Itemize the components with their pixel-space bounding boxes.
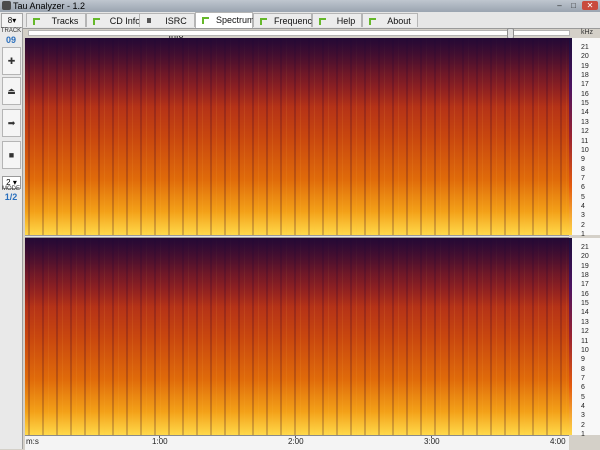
frequency-tick-label: 9 [581,156,585,164]
color-scale-bar [569,238,572,435]
frequency-tick-label: 5 [581,193,585,201]
time-label: 4:00 [550,437,566,446]
frequency-tick-label: 16 [581,290,589,298]
frequency-tick-label: 20 [581,253,589,261]
title-bar: Tau Analyzer - 1.2 – □ ✕ [0,0,600,12]
tab-help[interactable]: Help [312,13,362,27]
frequency-tick-label: 10 [581,346,589,354]
add-button[interactable]: ✚ [2,47,21,75]
frequency-tick-label: 2 [581,421,585,429]
frequency-tick-label: 12 [581,128,589,136]
drive-selector[interactable]: 8▾ [1,13,23,28]
frequency-tick-label: 21 [581,244,589,251]
tab-about[interactable]: About [362,13,418,27]
maximize-button[interactable]: □ [568,1,579,10]
frequency-tick-label: 7 [581,374,585,382]
green-corner-icon [369,18,376,25]
spectrogram-channel-2 [25,238,569,435]
frequency-tick-label: 3 [581,212,585,220]
frequency-axis-2: 21 20 19 18 17 16 15 14 13 12 11 10 9 8 7 6 5 4 3 2 1 [569,238,600,438]
frequency-tick-label: 17 [581,281,589,289]
mode-value: 1/2 [4,192,18,202]
frequency-tick-label: 20 [581,53,589,61]
frequency-axis-1: 21 20 19 18 17 16 15 14 13 12 11 10 9 8 7 6 5 4 3 2 1 [569,38,600,238]
time-label: 1:00 [152,437,168,446]
frequency-tick-label: 17 [581,81,589,89]
green-corner-icon [93,18,100,25]
tab-label: Help [336,16,356,26]
frequency-tick-label: 5 [581,393,585,401]
frequency-tick-label: 19 [581,262,589,270]
track-label: TRACK [0,28,22,34]
frequency-tick-label: 19 [581,62,589,70]
time-label: 3:00 [424,437,440,446]
frequency-tick-label: 6 [581,184,585,192]
tab-frequency[interactable]: Frequency [253,13,317,27]
frequency-tick-label: 8 [581,365,585,373]
window-title: Tau Analyzer - 1.2 [13,1,86,11]
frequency-tick-label: 9 [581,356,585,364]
frequency-tick-label: 2 [581,221,585,229]
tab-label: About [387,16,411,26]
minimize-button[interactable]: – [554,1,565,10]
eject-button[interactable]: ⏏ [2,77,21,105]
frequency-tick-label: 14 [581,309,589,317]
app-icon [2,1,11,10]
time-label: m:s [26,437,39,446]
frequency-tick-label: 12 [581,328,589,336]
frequency-tick-label: 15 [581,300,589,308]
frequency-tick-label: 13 [581,118,589,126]
tab-label: CD Info [109,16,141,26]
color-scale-bar [569,38,572,235]
barcode-icon [147,18,151,23]
next-button[interactable]: ➡ [2,109,21,137]
frequency-tick-label: 8 [581,165,585,173]
tab-label: Tracks [51,16,79,26]
tab-label: Frequency [274,16,317,26]
close-button[interactable]: ✕ [582,1,598,10]
frequency-tick-label: 18 [581,272,589,280]
frequency-tick-label: 14 [581,109,589,117]
frequency-tick-label: 6 [581,384,585,392]
frequency-tick-label: 4 [581,402,585,410]
time-axis: m:s 1:00 2:00 3:00 4:00 [25,435,569,450]
frequency-tick-label: 11 [581,137,589,145]
frequency-tick-label: 18 [581,72,589,80]
spectrogram-channel-1 [25,38,569,235]
frequency-tick-label: 16 [581,90,589,98]
green-corner-icon [202,17,209,24]
frequency-tick-label: 21 [581,44,589,51]
frequency-tick-label: 11 [581,337,589,345]
tab-cd-info[interactable]: CD Info [86,13,146,27]
khz-label: kHz [581,29,594,36]
frequency-tick-label: 13 [581,318,589,326]
green-corner-icon [33,18,40,25]
green-corner-icon [319,18,326,25]
track-number: 09 [5,35,16,45]
frequency-tick-label: 15 [581,100,589,108]
green-corner-icon [260,18,267,25]
tab-spectrum[interactable]: Spectrum [195,12,255,28]
tab-tracks[interactable]: Tracks [26,13,86,27]
frequency-tick-label: 7 [581,174,585,182]
frequency-tick-label: 4 [581,202,585,210]
tab-isrc-info[interactable]: ISRC Info [139,13,195,40]
frequency-tick-label: 10 [581,146,589,154]
tab-label: Spectrum [216,15,255,25]
frequency-tick-label: 1 [581,431,585,438]
stop-button[interactable]: ■ [2,141,21,169]
time-slider[interactable] [28,28,570,39]
frequency-tick-label: 3 [581,412,585,420]
time-label: 2:00 [288,437,304,446]
